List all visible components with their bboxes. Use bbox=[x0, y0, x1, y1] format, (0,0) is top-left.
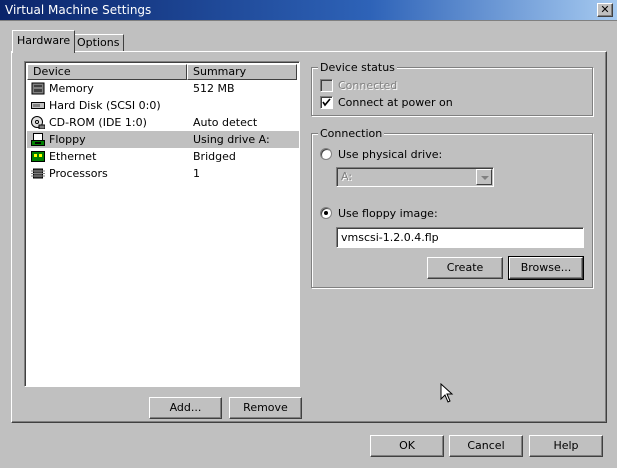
browse-button[interactable]: Browse... bbox=[508, 256, 584, 280]
connected-label: Connected bbox=[338, 79, 398, 92]
floppy-image-path-input[interactable] bbox=[336, 227, 584, 248]
device-name: Processors bbox=[49, 167, 108, 180]
help-button-label: Help bbox=[553, 439, 579, 452]
device-summary: Auto detect bbox=[193, 116, 258, 129]
hard-disk-icon bbox=[31, 102, 45, 109]
add-button-label: Add... bbox=[169, 401, 202, 414]
device-name: CD-ROM (IDE 1:0) bbox=[49, 116, 147, 129]
device-status-legend: Device status bbox=[318, 61, 397, 74]
device-summary: Bridged bbox=[193, 150, 236, 163]
create-button-label: Create bbox=[446, 261, 484, 274]
floppy-icon bbox=[31, 133, 45, 146]
list-item-memory[interactable]: Memory 512 MB bbox=[27, 80, 299, 97]
radio-selected-dot bbox=[324, 211, 328, 215]
ok-button[interactable]: OK bbox=[370, 435, 444, 457]
device-summary: 1 bbox=[193, 167, 200, 180]
connection-legend: Connection bbox=[318, 127, 385, 140]
physical-drive-value: A: bbox=[341, 170, 353, 183]
list-item-ethernet[interactable]: Ethernet Bridged bbox=[27, 148, 299, 165]
use-physical-drive-radio[interactable] bbox=[320, 148, 332, 160]
connect-at-power-on-checkbox[interactable] bbox=[320, 96, 333, 109]
cancel-button-label: Cancel bbox=[467, 439, 505, 452]
tab-options[interactable]: Options bbox=[72, 34, 125, 52]
list-item-floppy[interactable]: Floppy Using drive A: bbox=[27, 131, 299, 148]
device-name: Hard Disk (SCSI 0:0) bbox=[49, 99, 161, 112]
device-name: Memory bbox=[49, 82, 94, 95]
help-button[interactable]: Help bbox=[529, 435, 603, 457]
close-icon[interactable]: ✕ bbox=[597, 3, 613, 17]
ethernet-icon bbox=[31, 151, 45, 162]
use-floppy-image-radio[interactable] bbox=[320, 207, 332, 219]
device-summary: 512 MB bbox=[193, 82, 235, 95]
device-name: Ethernet bbox=[49, 150, 97, 163]
device-summary: Using drive A: bbox=[193, 133, 270, 146]
mouse-cursor-icon bbox=[440, 383, 454, 403]
connected-checkbox[interactable] bbox=[320, 79, 333, 92]
column-header-device[interactable]: Device bbox=[27, 64, 187, 80]
remove-button-label: Remove bbox=[243, 401, 288, 414]
list-item-hard-disk[interactable]: Hard Disk (SCSI 0:0) bbox=[27, 97, 299, 114]
ok-button-label: OK bbox=[399, 439, 415, 452]
chevron-down-icon[interactable] bbox=[476, 169, 492, 185]
cdrom-icon bbox=[31, 116, 45, 129]
use-floppy-image-label: Use floppy image: bbox=[338, 207, 438, 220]
use-physical-drive-label: Use physical drive: bbox=[338, 148, 443, 161]
tab-hardware[interactable]: Hardware bbox=[12, 30, 76, 53]
processor-icon bbox=[31, 168, 45, 179]
checkmark-icon bbox=[322, 98, 331, 107]
window-title: Virtual Machine Settings bbox=[5, 3, 152, 17]
memory-icon bbox=[31, 82, 45, 95]
cancel-button[interactable]: Cancel bbox=[449, 435, 523, 457]
add-button[interactable]: Add... bbox=[149, 397, 222, 419]
title-bar: Virtual Machine Settings ✕ bbox=[0, 0, 617, 21]
list-item-processors[interactable]: Processors 1 bbox=[27, 165, 299, 182]
create-button[interactable]: Create bbox=[427, 257, 503, 279]
connect-at-power-on-label: Connect at power on bbox=[338, 96, 453, 109]
device-list[interactable]: Device Summary Memory 512 MB Hard Disk (… bbox=[24, 61, 300, 387]
browse-button-label: Browse... bbox=[520, 261, 572, 274]
physical-drive-select[interactable]: A: bbox=[336, 167, 494, 187]
remove-button[interactable]: Remove bbox=[229, 397, 302, 419]
column-header-summary[interactable]: Summary bbox=[187, 64, 297, 80]
device-name: Floppy bbox=[49, 133, 86, 146]
list-item-cdrom[interactable]: CD-ROM (IDE 1:0) Auto detect bbox=[27, 114, 299, 131]
